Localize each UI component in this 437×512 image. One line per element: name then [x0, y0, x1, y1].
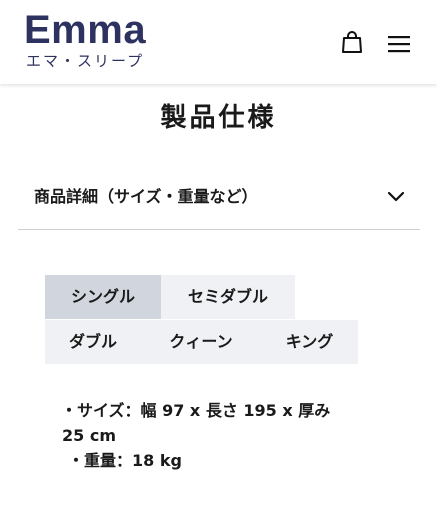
tab-queen[interactable]: クィーン [141, 320, 261, 364]
tab-double[interactable]: ダブル [45, 320, 141, 364]
tab-king[interactable]: キング [261, 320, 358, 364]
brand-logo[interactable]: Emma エマ・スリープ [24, 10, 146, 70]
spec-size-line-1: ・サイズ：幅 97 x 長さ 195 x 厚み [61, 401, 331, 420]
chevron-down-icon [387, 191, 405, 202]
tab-single[interactable]: シングル [45, 275, 161, 319]
accordion-label: 商品詳細（サイズ・重量など） [34, 187, 258, 206]
logo-subtitle: エマ・スリープ [26, 52, 145, 70]
spec-size-line-2: 25 cm [62, 426, 116, 445]
site-header: Emma エマ・スリープ [0, 0, 437, 84]
page-title: 製品仕様 [160, 103, 277, 133]
spec-weight: ・重量：18 kg [68, 451, 182, 470]
logo-wordmark: Emma [24, 8, 147, 52]
hamburger-menu-icon[interactable] [388, 35, 410, 53]
product-details-accordion[interactable]: 商品詳細（サイズ・重量など） [18, 175, 420, 230]
tab-semi-double[interactable]: セミダブル [161, 275, 295, 319]
shopping-bag-icon[interactable] [341, 31, 363, 53]
